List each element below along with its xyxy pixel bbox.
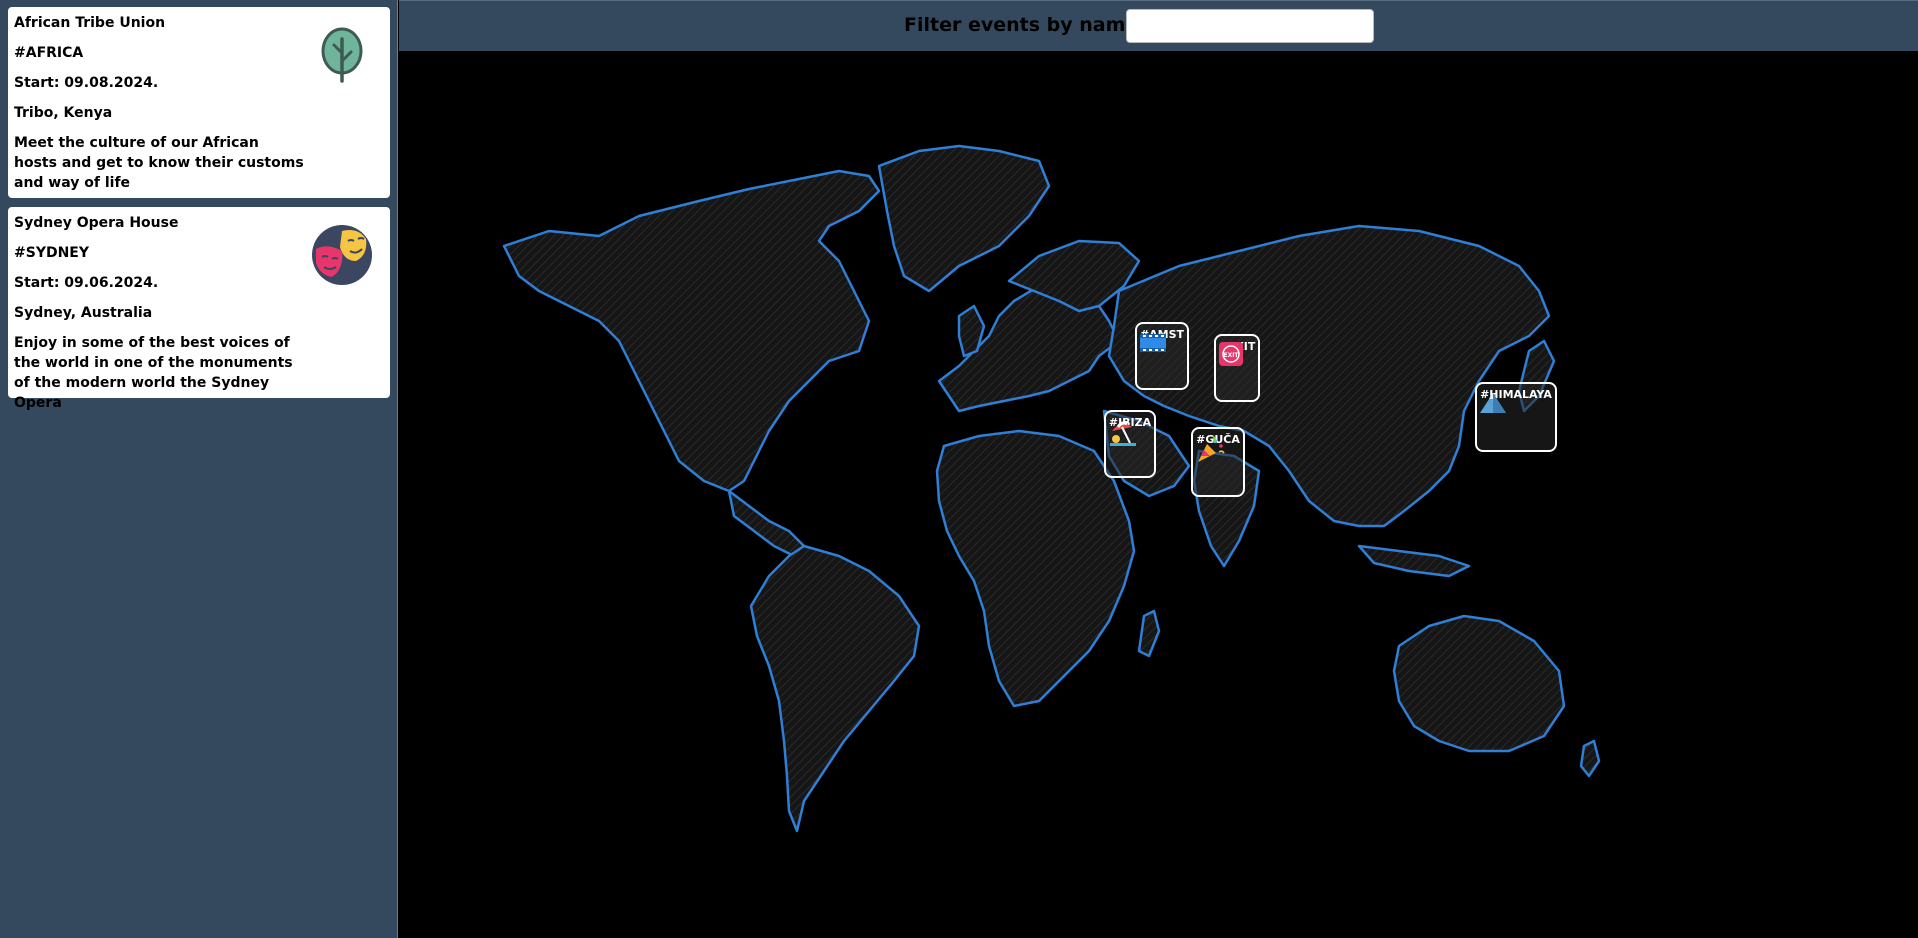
- tree-icon: [312, 25, 372, 85]
- indonesia-shape: [1357, 544, 1471, 578]
- central-america-shape: [727, 489, 806, 558]
- film-icon: [1140, 334, 1166, 352]
- south-america-shape: [749, 544, 921, 833]
- map-marker-guca[interactable]: #GUČA: [1191, 427, 1245, 497]
- madagascar-shape: [1137, 609, 1161, 658]
- north-america-shape: [502, 169, 881, 493]
- world-map[interactable]: #AMST #EXIT EXIT #HIMALAYA: [399, 51, 1918, 938]
- map-marker-himalaya[interactable]: #HIMALAYA: [1475, 382, 1557, 452]
- party-popper-icon: [1198, 435, 1225, 462]
- world-map-graphic: [502, 144, 1601, 833]
- exit-badge-text: EXIT: [1223, 352, 1239, 359]
- event-description: Meet the culture of our African hosts an…: [14, 135, 304, 191]
- filter-bar: Filter events by name:: [399, 0, 1918, 51]
- theater-masks-icon: [312, 225, 372, 285]
- map-marker-ibiza[interactable]: #IBIZA: [1104, 410, 1156, 478]
- event-card-sydney[interactable]: Sydney Opera House #SYDNEY Start: 09.06.…: [8, 207, 390, 411]
- exit-badge-icon: EXIT: [1219, 342, 1243, 366]
- event-location: Tribo, Kenya: [14, 105, 113, 121]
- event-description: Enjoy in some of the best voices of the …: [14, 335, 293, 411]
- event-card-africa[interactable]: African Tribe Union #AFRICA Start: 09.08…: [8, 7, 390, 198]
- event-sidebar: African Tribe Union #AFRICA Start: 09.08…: [0, 0, 398, 938]
- event-location: Sydney, Australia: [14, 305, 153, 321]
- filter-label: Filter events by name:: [904, 14, 1146, 36]
- map-marker-amst[interactable]: #AMST: [1135, 322, 1189, 390]
- new-zealand-shape: [1579, 739, 1601, 778]
- beach-icon: [1110, 421, 1136, 446]
- filter-name-input[interactable]: [1126, 9, 1374, 43]
- australia-shape: [1392, 614, 1566, 753]
- mountain-icon: [1480, 393, 1506, 413]
- map-marker-exit[interactable]: #EXIT EXIT: [1214, 334, 1260, 402]
